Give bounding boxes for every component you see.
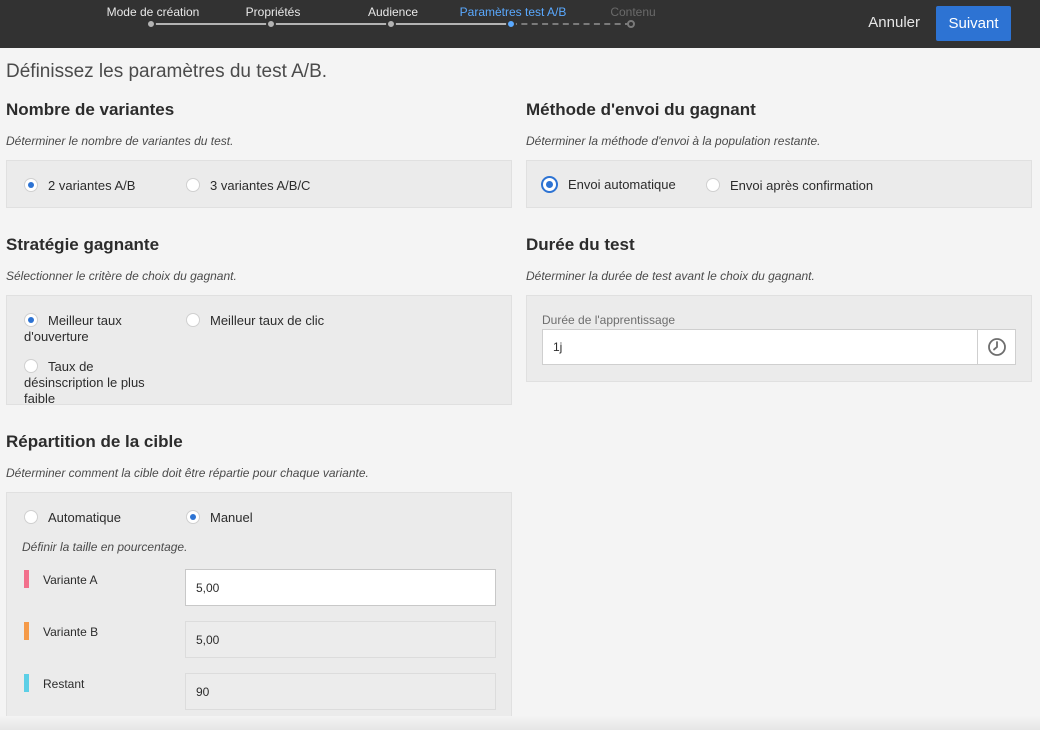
top-bar: Mode de création Propriétés Audience Par… bbox=[0, 0, 1040, 48]
step-track-pending bbox=[511, 23, 631, 25]
duration-title: Durée du test bbox=[526, 235, 635, 254]
step-label-ab-settings[interactable]: Paramètres test A/B bbox=[460, 5, 567, 19]
radio-best-open-rate[interactable]: Meilleur taux d'ouverture bbox=[24, 313, 154, 345]
next-button[interactable]: Suivant bbox=[936, 6, 1011, 41]
clock-icon bbox=[987, 338, 1006, 356]
radio-dot[interactable] bbox=[186, 510, 200, 524]
strategy-title: Stratégie gagnante bbox=[6, 235, 160, 254]
strategy-section: Stratégie gagnante Sélectionner le critè… bbox=[6, 235, 237, 283]
radio-dot[interactable] bbox=[24, 359, 38, 373]
duration-picker-button[interactable] bbox=[977, 329, 1016, 365]
split-section: Répartition de la cible Déterminer comme… bbox=[6, 432, 369, 480]
step-dot-audience[interactable] bbox=[386, 19, 396, 29]
radio-dot[interactable] bbox=[541, 176, 558, 193]
step-indicator: Mode de création Propriétés Audience Par… bbox=[0, 0, 700, 48]
winner-method-title: Méthode d'envoi du gagnant bbox=[526, 100, 756, 119]
strategy-description: Sélectionner le critère de choix du gagn… bbox=[6, 269, 237, 283]
variant-b-label: Variante B bbox=[43, 625, 99, 639]
remaining-swatch bbox=[24, 674, 29, 692]
duration-section: Durée du test Déterminer la durée de tes… bbox=[526, 235, 815, 283]
variant-a-input[interactable]: 5,00 bbox=[185, 569, 496, 606]
radio-auto-send[interactable]: Envoi automatique bbox=[541, 176, 676, 193]
variants-title: Nombre de variantes bbox=[6, 100, 175, 119]
winner-method-section: Méthode d'envoi du gagnant Déterminer la… bbox=[526, 100, 820, 148]
radio-dot[interactable] bbox=[24, 178, 38, 192]
remaining-input: 90 bbox=[185, 673, 496, 710]
radio-split-manual[interactable]: Manuel bbox=[186, 510, 253, 526]
variants-description: Déterminer le nombre de variantes du tes… bbox=[6, 134, 234, 148]
split-title: Répartition de la cible bbox=[6, 432, 183, 451]
radio-2-variants[interactable]: 2 variantes A/B bbox=[24, 178, 135, 194]
variant-a-label: Variante A bbox=[43, 573, 98, 587]
step-label-properties[interactable]: Propriétés bbox=[246, 5, 301, 19]
learning-duration-label: Durée de l'apprentissage bbox=[542, 313, 676, 327]
remaining-label: Restant bbox=[43, 677, 85, 691]
radio-label: Automatique bbox=[48, 510, 121, 525]
strategy-panel: Meilleur taux d'ouverture Meilleur taux … bbox=[6, 295, 512, 407]
split-hint: Définir la taille en pourcentage. bbox=[22, 540, 188, 554]
split-description: Déterminer comment la cible doit être ré… bbox=[6, 466, 369, 480]
radio-dot[interactable] bbox=[186, 178, 200, 192]
step-dot-properties[interactable] bbox=[266, 19, 276, 29]
radio-dot[interactable] bbox=[24, 510, 38, 524]
variant-a-swatch bbox=[24, 570, 29, 588]
radio-label: Taux de désinscription le plus faible bbox=[24, 359, 145, 406]
radio-lowest-unsubscribe-rate[interactable]: Taux de désinscription le plus faible bbox=[24, 359, 174, 407]
step-label-content: Contenu bbox=[610, 5, 656, 19]
step-label-creation-mode[interactable]: Mode de création bbox=[107, 5, 200, 19]
duration-panel: Durée de l'apprentissage 1j bbox=[526, 295, 1032, 382]
radio-label: Meilleur taux d'ouverture bbox=[24, 313, 122, 344]
variant-b-input: 5,00 bbox=[185, 621, 496, 658]
radio-split-automatic[interactable]: Automatique bbox=[24, 510, 121, 526]
learning-duration-input[interactable]: 1j bbox=[542, 329, 978, 365]
step-dot-ab-settings[interactable] bbox=[506, 19, 516, 29]
radio-label: 3 variantes A/B/C bbox=[210, 178, 311, 193]
radio-label: Meilleur taux de clic bbox=[210, 313, 325, 328]
winner-method-description: Déterminer la méthode d'envoi à la popul… bbox=[526, 134, 821, 148]
variant-b-swatch bbox=[24, 622, 29, 640]
radio-label: Manuel bbox=[210, 510, 253, 525]
radio-label: 2 variantes A/B bbox=[48, 178, 136, 193]
winner-method-panel: Envoi automatique Envoi après confirmati… bbox=[526, 160, 1032, 208]
bottom-shadow bbox=[0, 716, 1040, 730]
radio-dot[interactable] bbox=[706, 178, 720, 192]
radio-label: Envoi après confirmation bbox=[730, 178, 874, 193]
step-track-done bbox=[151, 23, 511, 25]
duration-description: Déterminer la durée de test avant le cho… bbox=[526, 269, 815, 283]
step-label-audience[interactable]: Audience bbox=[368, 5, 418, 19]
radio-dot[interactable] bbox=[24, 313, 38, 327]
page-title: Définissez les paramètres du test A/B. bbox=[6, 61, 328, 82]
radio-dot[interactable] bbox=[186, 313, 200, 327]
cancel-button[interactable]: Annuler bbox=[868, 14, 920, 31]
radio-send-after-confirmation[interactable]: Envoi après confirmation bbox=[706, 178, 873, 194]
radio-best-click-rate[interactable]: Meilleur taux de clic bbox=[186, 313, 324, 329]
step-dot-creation-mode[interactable] bbox=[146, 19, 156, 29]
radio-label: Envoi automatique bbox=[568, 177, 676, 192]
radio-3-variants[interactable]: 3 variantes A/B/C bbox=[186, 178, 310, 194]
step-dot-content bbox=[627, 20, 635, 28]
variants-section: Nombre de variantes Déterminer le nombre… bbox=[6, 100, 233, 148]
variants-panel: 2 variantes A/B 3 variantes A/B/C bbox=[6, 160, 512, 208]
split-panel: Automatique Manuel Définir la taille en … bbox=[6, 492, 512, 730]
